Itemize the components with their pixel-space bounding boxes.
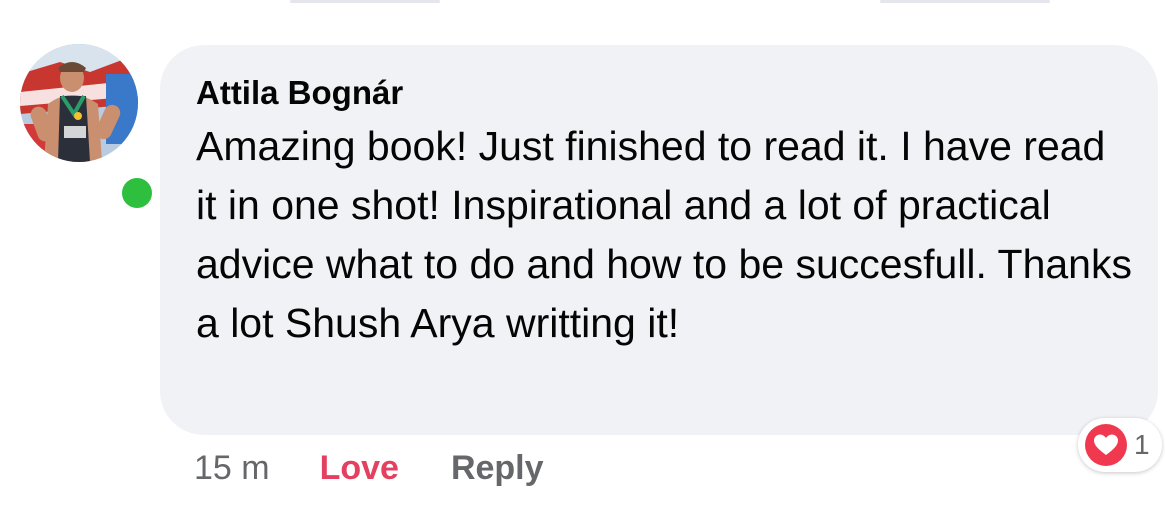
comment-timestamp[interactable]: 15 m — [194, 449, 270, 488]
comment-actions: 15 m Love Reply — [194, 440, 544, 496]
online-status-dot — [118, 174, 156, 212]
previous-item-divider — [290, 0, 440, 3]
previous-item-divider — [880, 0, 1050, 3]
comment-author[interactable]: Attila Bognár — [196, 73, 1122, 113]
avatar-container[interactable] — [20, 44, 156, 212]
comment-bubble: Attila Bognár Amazing book! Just finishe… — [160, 45, 1158, 435]
comment-text: Amazing book! Just finished to read it. … — [196, 123, 1132, 346]
love-reaction-button[interactable]: Love — [320, 449, 399, 488]
reaction-summary[interactable]: 1 — [1078, 418, 1162, 472]
avatar[interactable] — [20, 44, 138, 162]
reaction-count: 1 — [1134, 429, 1150, 460]
reply-button[interactable]: Reply — [451, 449, 544, 488]
avatar-photo — [20, 44, 138, 162]
heart-icon — [1085, 424, 1127, 466]
